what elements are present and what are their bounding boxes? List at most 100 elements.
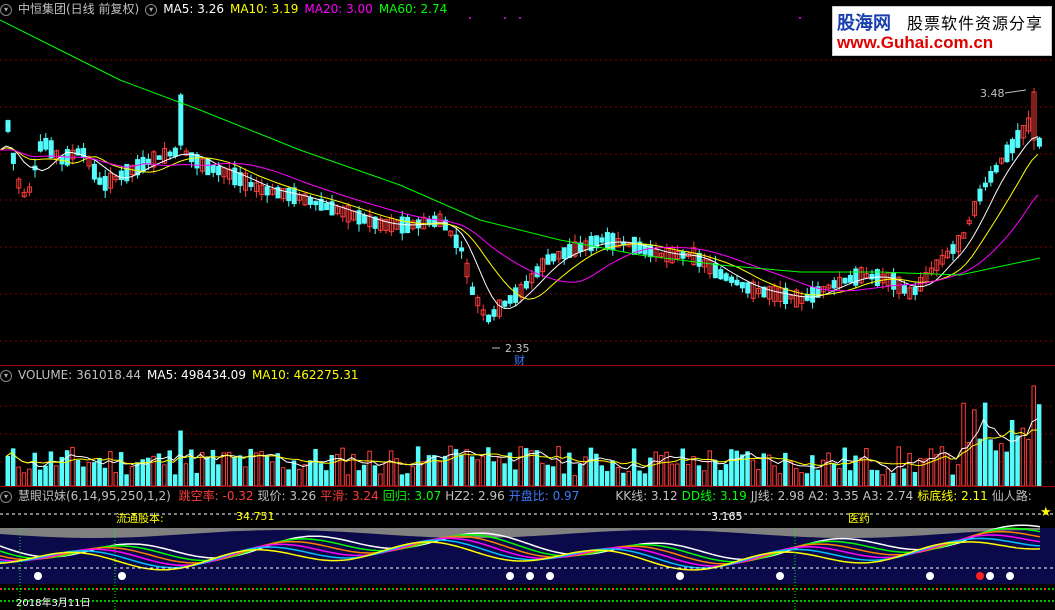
baseline-dot: [668, 588, 670, 590]
baseline-dot: [888, 588, 890, 590]
volume-bar: [183, 463, 189, 486]
baseline-dot: [976, 588, 978, 590]
baseline-dot: [748, 600, 750, 602]
baseline-dot: [632, 600, 634, 602]
candle-body: [459, 247, 465, 252]
baseline-dot: [364, 600, 366, 602]
baseline-dot: [312, 588, 314, 590]
baseline-dot: [460, 588, 462, 590]
indicator-readout: 回归: 3.07: [382, 489, 442, 503]
volume-bar: [113, 471, 118, 486]
baseline-dot: [780, 588, 782, 590]
candle-body: [842, 277, 848, 284]
baseline-dot: [220, 600, 222, 602]
baseline-dot: [112, 600, 114, 602]
baseline-dot: [276, 600, 278, 602]
baseline-dot: [232, 588, 234, 590]
volume-bar: [734, 450, 739, 486]
volume-readout: VOLUME: 361018.44: [18, 368, 141, 382]
baseline-dot: [976, 600, 978, 602]
candle-body: [264, 186, 270, 196]
volume-bar: [691, 456, 696, 486]
baseline-dot: [536, 588, 538, 590]
baseline-dot: [388, 600, 390, 602]
volume-bar: [653, 451, 658, 486]
baseline-dot: [96, 588, 98, 590]
baseline-dot: [64, 588, 66, 590]
volume-bar: [469, 456, 475, 486]
baseline-dot: [332, 588, 334, 590]
baseline-dot: [592, 600, 594, 602]
baseline-dot: [756, 600, 758, 602]
baseline-dot: [12, 600, 14, 602]
baseline-dot: [340, 600, 342, 602]
baseline-dot: [604, 600, 606, 602]
baseline-dot: [380, 588, 382, 590]
baseline-dot: [632, 588, 634, 590]
baseline-dot: [840, 588, 842, 590]
candle-body: [37, 141, 43, 152]
baseline-dot: [160, 588, 162, 590]
baseline-dot: [1024, 600, 1026, 602]
baseline-dot: [432, 588, 434, 590]
candle-body: [1015, 130, 1021, 148]
candle-body: [739, 282, 745, 289]
volume-bar: [286, 469, 291, 486]
baseline-dot: [596, 600, 598, 602]
volume-chart[interactable]: [0, 384, 1055, 486]
volume-bar: [999, 443, 1004, 486]
baseline-dot: [344, 588, 346, 590]
baseline-dot: [256, 588, 258, 590]
baseline-dot: [552, 600, 554, 602]
baseline-dot: [252, 588, 254, 590]
baseline-dot: [144, 600, 146, 602]
candle-body: [783, 287, 789, 305]
baseline-dot: [1032, 588, 1034, 590]
volume-bar: [27, 468, 32, 486]
volume-bar: [1004, 451, 1009, 486]
baseline-dot: [848, 588, 850, 590]
baseline-dot: [132, 600, 134, 602]
baseline-dot: [824, 600, 826, 602]
volume-bar: [745, 451, 750, 486]
volume-bar: [302, 464, 307, 486]
baseline-dot: [264, 600, 266, 602]
volume-bar: [874, 470, 880, 486]
indicator-readout: JJ线: 2.98: [750, 489, 805, 503]
price-chart[interactable]: [0, 0, 1055, 365]
baseline-dot: [124, 600, 126, 602]
baseline-dot: [568, 588, 570, 590]
baseline-dot: [512, 600, 514, 602]
baseline-dot: [748, 588, 750, 590]
volume-bar: [372, 465, 378, 486]
baseline-dot: [1020, 600, 1022, 602]
volume-bar: [70, 446, 75, 486]
baseline-dot: [260, 588, 262, 590]
volume-bar: [912, 471, 918, 486]
baseline-dot: [1000, 588, 1002, 590]
volume-bar: [669, 463, 675, 486]
volume-bar: [81, 466, 86, 486]
baseline-dot: [988, 600, 990, 602]
baseline-dot: [728, 588, 730, 590]
indicator-readout: 现价: 3.26: [257, 489, 317, 503]
indicator-menu-icon[interactable]: ▾: [0, 490, 12, 503]
volume-bar: [226, 451, 232, 486]
volume-menu-icon[interactable]: ▾: [0, 369, 12, 382]
baseline-dot: [924, 588, 926, 590]
baseline-dot: [608, 588, 610, 590]
baseline-dot: [492, 600, 494, 602]
baseline-dot: [224, 588, 226, 590]
baseline-dot: [688, 600, 690, 602]
baseline-dot: [456, 600, 458, 602]
baseline-dot: [288, 600, 290, 602]
baseline-dot: [152, 600, 154, 602]
baseline-dot: [816, 600, 818, 602]
candle-body: [172, 147, 178, 157]
baseline-dot: [752, 600, 754, 602]
volume-bar: [545, 464, 550, 486]
baseline-dot: [256, 600, 258, 602]
baseline-dot: [884, 600, 886, 602]
baseline-dot: [416, 600, 418, 602]
signal-dot: [976, 572, 984, 580]
